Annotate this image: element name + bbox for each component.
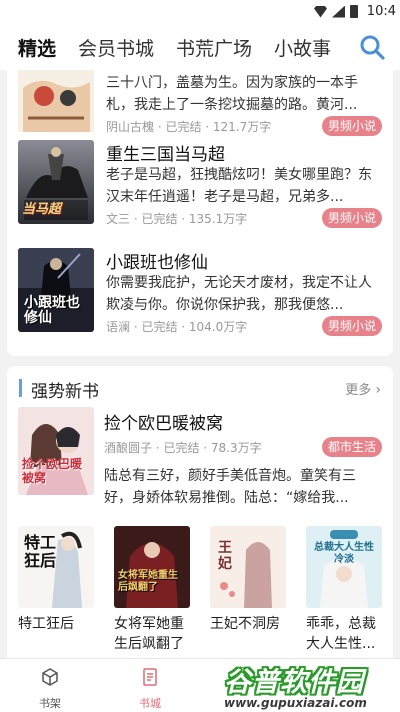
featured-new-book[interactable]: 捡个欧巴暖被窝 捡个欧巴暖被窝 酒酿圆子 · 已完结 · 78.3万字 都市生活… [18, 407, 382, 519]
new-books-section: 强势新书 更多 › 捡个欧巴暖被窝 捡个欧巴暖被窝 酒酿圆子 · 已完结 · 7… [7, 366, 393, 666]
cover-title: 小跟班也修仙 [24, 295, 80, 326]
book-item[interactable]: 三十八门，盖墓为生。因为家族的一本手札，我走上了一条挖坟掘墓的路。黄河... 阴… [18, 70, 382, 136]
book-title: 特工狂后 [18, 616, 74, 632]
genre-tag[interactable]: 男频小说 [321, 316, 382, 336]
grid-book-item[interactable]: 总裁大人生性冷淡 乖乖，总裁大人生性... [306, 526, 382, 654]
grid-book-item[interactable]: 王妃 王妃不洞房 [210, 526, 286, 654]
section-title: 强势新书 [31, 382, 99, 402]
nav-bookstore[interactable]: 书城 [120, 667, 180, 711]
more-link[interactable]: 更多 › [345, 379, 381, 398]
cover-title: 女将军她重生后飒翻了 [118, 570, 178, 593]
nav-bookshelf-label: 书架 [39, 697, 61, 710]
tab-short-stories[interactable]: 小故事 [274, 34, 331, 61]
more-label: 更多 [345, 383, 372, 398]
book-cover: 小跟班也修仙 [18, 248, 94, 332]
wifi-icon [314, 5, 327, 18]
book-cover: 当马超 [18, 140, 94, 224]
chevron-right-icon: › [375, 382, 381, 398]
book-meta: 语澜 · 已完结 · 104.0万字 [106, 320, 248, 334]
book-title: 王妃不洞房 [210, 616, 280, 632]
book-title[interactable]: 重生三国当马超 [106, 140, 225, 165]
genre-tag[interactable]: 男频小说 [321, 208, 382, 228]
cover-title: 特工狂后 [24, 533, 57, 570]
section-accent-bar [19, 379, 22, 397]
book-item[interactable]: 小跟班也修仙 小跟班也修仙 你需要我庇护，无论天才废材，我定不让人欺凌与你。你说… [18, 248, 382, 336]
genre-tag[interactable]: 都市生活 [321, 437, 382, 457]
book-cover: 总裁大人生性冷淡 [306, 526, 382, 608]
book-cover: 捡个欧巴暖被窝 [18, 407, 94, 495]
battery-icon [350, 5, 358, 18]
book-description: 三十八门，盖墓为生。因为家族的一本手札，我走上了一条挖坟掘墓的路。黄河... [106, 75, 358, 113]
book-title[interactable]: 小跟班也修仙 [106, 248, 208, 273]
nav-bookstore-label: 书城 [139, 697, 161, 710]
book-item[interactable]: 当马超 重生三国当马超 老子是马超，狂拽酷炫叼！美女哪里跑？东汉末年任逍遥！老子… [18, 140, 382, 228]
watermark-brand: 谷普软件园 [224, 667, 364, 698]
signal-icon [332, 5, 345, 18]
status-bar: 10:4 [0, 0, 400, 24]
book-list-card: 三十八门，盖墓为生。因为家族的一本手札，我走上了一条挖坟掘墓的路。黄河... 阴… [7, 70, 393, 356]
book-meta: 文三 · 已完结 · 135.1万字 [106, 212, 248, 226]
watermark: 谷普软件园 www.gupuxiazai.com [218, 660, 400, 712]
cover-title: 捡个欧巴暖被窝 [22, 457, 83, 485]
book-title[interactable]: 捡个欧巴暖被窝 [104, 409, 223, 434]
search-icon[interactable] [358, 33, 386, 61]
book-icon [143, 668, 157, 686]
book-grid: 特工狂后 特工狂后 女将军她重生后飒翻了 女将军她重生后飒翻了 王妃 王妃不洞房… [18, 526, 382, 666]
book-description: 陆总有三好，颜好手美低音炮。童笑有三好，身娇体软易推倒。陆总：“嫁给我... [104, 468, 356, 506]
book-meta: 阴山古槐 · 已完结 · 121.7万字 [106, 120, 272, 134]
book-cover: 王妃 [210, 526, 286, 608]
cover-title: 王妃 [218, 540, 232, 572]
book-cover: 女将军她重生后飒翻了 [114, 526, 190, 608]
status-icons [314, 5, 358, 18]
cover-title: 当马超 [22, 202, 62, 217]
grid-book-item[interactable]: 特工狂后 特工狂后 [18, 526, 94, 654]
tab-vip-bookstore[interactable]: 会员书城 [78, 34, 154, 61]
genre-tag[interactable]: 男频小说 [321, 116, 382, 136]
top-nav: 精选 会员书城 书荒广场 小故事 [0, 24, 400, 70]
nav-bookshelf[interactable]: 书架 [20, 667, 80, 711]
cube-icon [42, 668, 58, 686]
book-description: 你需要我庇护，无论天才废材，我定不让人欺凌与你。你说你保护我，那我便悠... [106, 275, 372, 313]
book-title: 乖乖，总裁大人生性... [306, 616, 376, 652]
watermark-url: www.gupuxiazai.com [224, 696, 367, 710]
tab-book-plaza[interactable]: 书荒广场 [176, 34, 252, 61]
book-cover: 特工狂后 [18, 526, 94, 608]
cover-title: 总裁大人生性冷淡 [314, 542, 374, 565]
book-title: 女将军她重生后飒翻了 [114, 616, 184, 652]
book-cover [18, 70, 94, 132]
book-description: 老子是马超，狂拽酷炫叼！美女哪里跑？东汉末年任逍遥！老子是马超，兄弟多... [106, 167, 372, 205]
book-meta: 酒酿圆子 · 已完结 · 78.3万字 [104, 441, 262, 455]
tab-featured[interactable]: 精选 [18, 34, 56, 61]
grid-book-item[interactable]: 女将军她重生后飒翻了 女将军她重生后飒翻了 [114, 526, 190, 654]
status-time: 10:4 [366, 4, 396, 19]
